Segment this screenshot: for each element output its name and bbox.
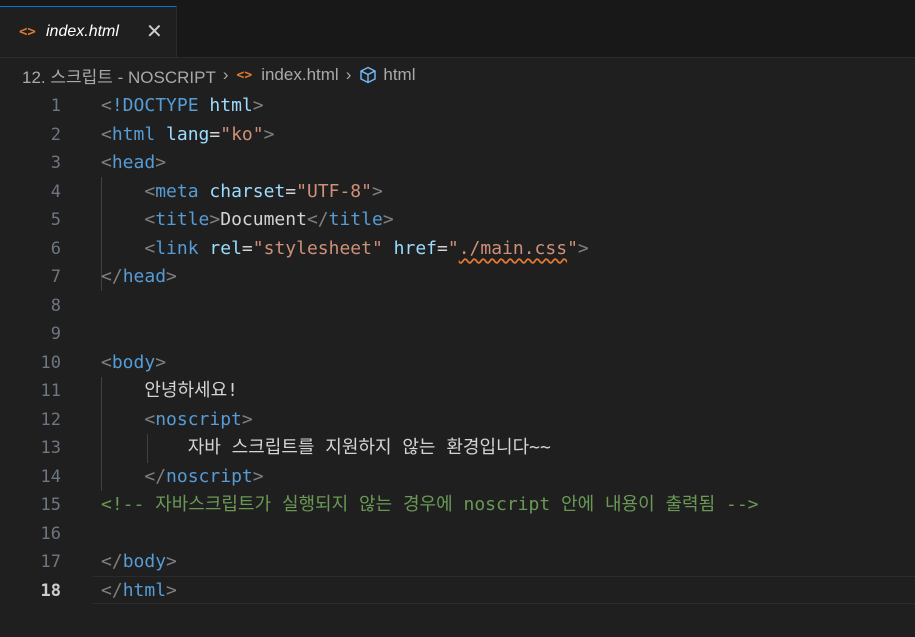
code-line[interactable]: 7 </head> xyxy=(0,263,915,292)
line-number: 6 xyxy=(50,238,61,259)
code-line[interactable]: 14 </noscript> xyxy=(0,463,915,492)
breadcrumb-file[interactable]: index.html xyxy=(261,65,338,85)
code-line[interactable]: 8 xyxy=(0,292,915,321)
breadcrumb-symbol[interactable]: html xyxy=(383,65,415,85)
breadcrumb: 12. 스크립트 - NOSCRIPT › <> index.html › ht… xyxy=(22,63,415,88)
line-number: 11 xyxy=(40,381,61,401)
line-number: 4 xyxy=(50,181,61,202)
chevron-right-icon: › xyxy=(222,65,229,84)
code-line[interactable]: 15 <!-- 자바스크립트가 실행되지 않는 경우에 noscript 안에 … xyxy=(0,491,915,520)
code-line[interactable]: 4 <meta charset="UTF-8"> xyxy=(0,178,915,207)
line-number: 8 xyxy=(50,295,61,316)
line-number: 15 xyxy=(40,495,61,515)
line-number: 1 xyxy=(50,96,61,116)
line-number: 10 xyxy=(40,352,61,373)
link-href-warning[interactable]: ./main.css xyxy=(459,238,567,259)
code-line[interactable]: 13 자바 스크립트를 지원하지 않는 환경입니다~~ xyxy=(0,434,915,463)
line-number: 13 xyxy=(40,438,61,458)
line-number: 12 xyxy=(40,409,61,430)
line-number: 14 xyxy=(40,466,61,487)
code-line[interactable]: 6 <link rel="stylesheet" href="./main.cs… xyxy=(0,235,915,264)
code-line[interactable]: 16 xyxy=(0,520,915,549)
code-line[interactable]: 11 안녕하세요! xyxy=(0,377,915,406)
html-file-icon: <> xyxy=(19,24,36,40)
code-line[interactable]: 5 <title>Document</title> xyxy=(0,206,915,235)
line-number: 3 xyxy=(50,153,61,173)
tab-index-html[interactable]: <> index.html ✕ xyxy=(0,6,177,57)
line-number-active: 18 xyxy=(40,580,61,601)
symbol-cube-icon xyxy=(360,66,377,84)
code-line[interactable]: 10 <body> xyxy=(0,349,915,378)
line-number: 5 xyxy=(50,210,61,230)
line-number: 9 xyxy=(50,324,61,344)
line-number: 7 xyxy=(50,267,61,287)
code-line[interactable]: 9 xyxy=(0,320,915,349)
code-line[interactable]: 17 </body> xyxy=(0,548,915,577)
line-number: 16 xyxy=(40,523,61,544)
code-line[interactable]: 3 <head> xyxy=(0,149,915,178)
line-number: 2 xyxy=(50,124,61,145)
tab-label[interactable]: index.html xyxy=(46,23,119,41)
code-line[interactable]: 1 <!DOCTYPE html> xyxy=(0,92,915,121)
close-icon[interactable]: ✕ xyxy=(146,19,163,43)
html-comment: <!-- 자바스크립트가 실행되지 않는 경우에 noscript 안에 내용이… xyxy=(101,494,759,515)
code-line-active[interactable]: 18 </html> xyxy=(0,577,915,606)
html-file-icon: <> xyxy=(236,67,253,83)
breadcrumb-folder[interactable]: 12. 스크립트 - NOSCRIPT xyxy=(22,63,216,88)
code-line[interactable]: 2 <html lang="ko"> xyxy=(0,121,915,150)
code-line[interactable]: 12 <noscript> xyxy=(0,406,915,435)
chevron-right-icon: › xyxy=(345,65,352,84)
tab-bar: <> index.html ✕ xyxy=(0,0,915,58)
line-number: 17 xyxy=(40,552,61,572)
